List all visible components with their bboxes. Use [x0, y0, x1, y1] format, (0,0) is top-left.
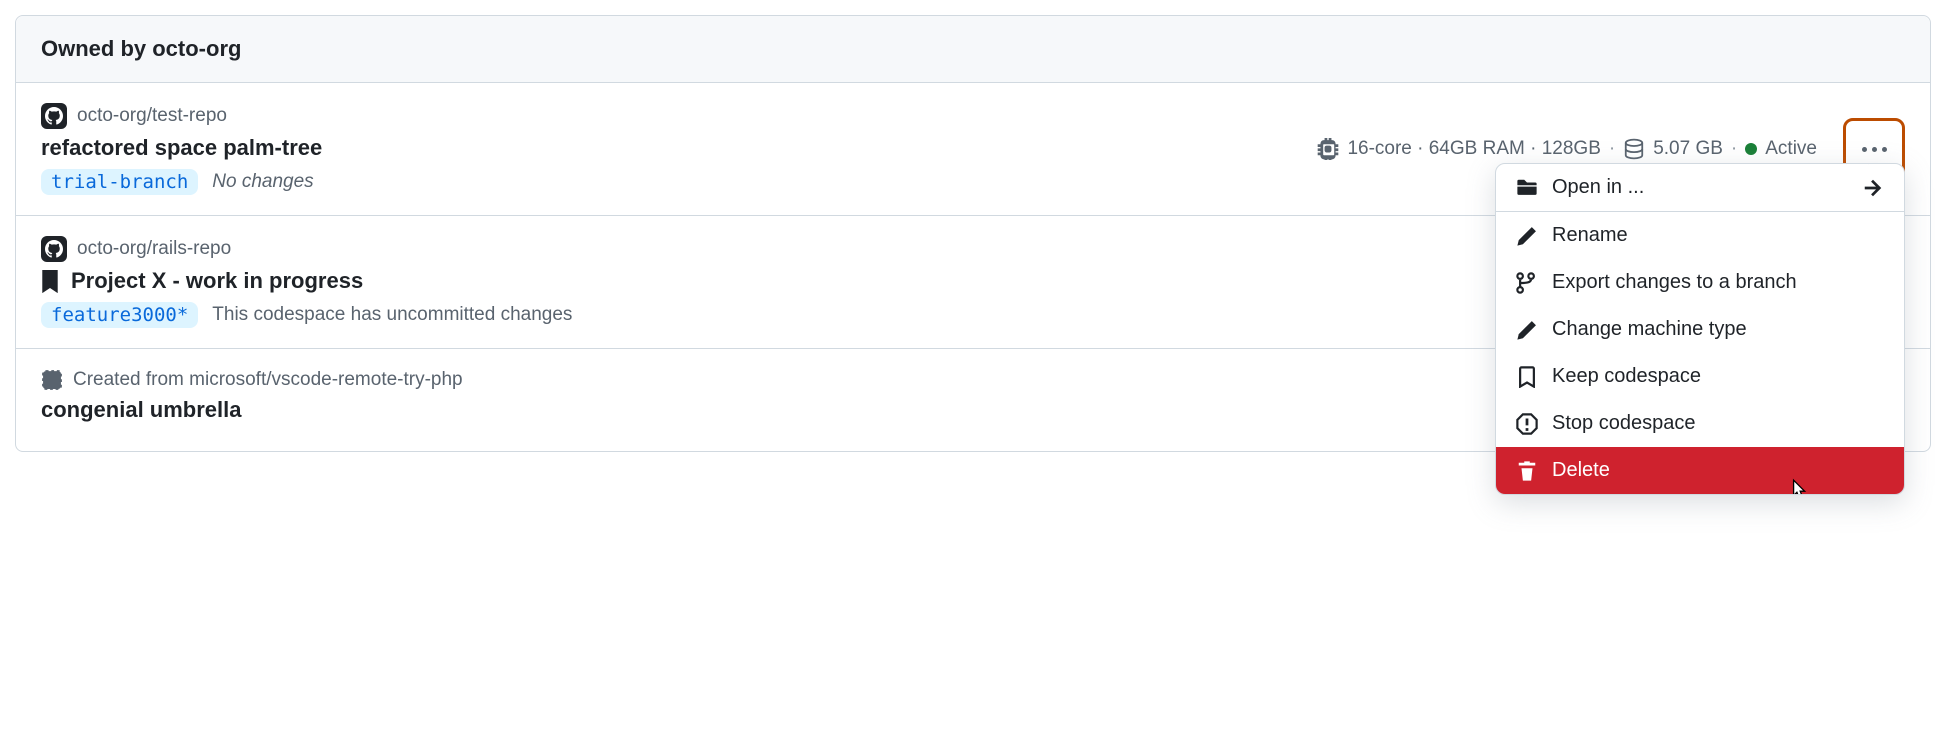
- panel-header: Owned by octo-org: [16, 16, 1930, 83]
- menu-keep[interactable]: Keep codespace: [1496, 353, 1904, 400]
- codespace-info: Created from microsoft/vscode-remote-try…: [41, 369, 1639, 431]
- status-dot-icon: [1745, 143, 1757, 155]
- spec-text: 16-core · 64GB RAM · 128GB: [1347, 138, 1600, 160]
- menu-delete[interactable]: Delete: [1496, 447, 1904, 494]
- storage-text: 5.07 GB: [1653, 138, 1723, 160]
- menu-rename[interactable]: Rename: [1496, 212, 1904, 259]
- codespace-name[interactable]: Project X - work in progress: [71, 268, 363, 294]
- bookmark-icon: [1516, 366, 1538, 388]
- menu-change-machine[interactable]: Change machine type: [1496, 306, 1904, 353]
- branch-pill[interactable]: trial-branch: [41, 169, 198, 195]
- pencil-icon: [1516, 319, 1538, 341]
- cursor-pointer-icon: [1787, 478, 1809, 495]
- menu-open-in[interactable]: Open in ...: [1496, 164, 1904, 212]
- bookmark-icon: [41, 270, 59, 292]
- status-text: Active: [1765, 138, 1817, 160]
- git-branch-icon: [1516, 272, 1538, 294]
- pencil-icon: [1516, 225, 1538, 247]
- separator-dot: ·: [1731, 138, 1737, 160]
- github-icon: [41, 236, 67, 262]
- codespace-name[interactable]: congenial umbrella: [41, 397, 242, 423]
- menu-label: Rename: [1552, 224, 1628, 247]
- folder-open-icon: [1516, 177, 1538, 199]
- menu-label: Keep codespace: [1552, 365, 1701, 388]
- database-icon: [1623, 138, 1645, 160]
- codespaces-panel: Owned by octo-org octo-org/test-repo ref…: [15, 15, 1931, 452]
- separator-dot: ·: [1609, 138, 1615, 160]
- menu-label: Export changes to a branch: [1552, 271, 1797, 294]
- stop-icon: [1516, 413, 1538, 435]
- menu-label: Change machine type: [1552, 318, 1747, 341]
- menu-label: Delete: [1552, 459, 1610, 482]
- template-icon: [41, 369, 63, 391]
- cpu-icon: [1317, 138, 1339, 160]
- codespace-actions-menu: Open in ... Rename Export changes to a b…: [1495, 163, 1905, 495]
- codespace-row: octo-org/test-repo refactored space palm…: [16, 83, 1930, 216]
- trash-icon: [1516, 460, 1538, 482]
- menu-label: Open in ...: [1552, 176, 1644, 199]
- github-icon: [41, 103, 67, 129]
- repo-name[interactable]: octo-org/test-repo: [77, 105, 227, 127]
- codespace-name[interactable]: refactored space palm-tree: [41, 135, 322, 161]
- codespace-info: octo-org/test-repo refactored space palm…: [41, 103, 1317, 195]
- created-from-text: Created from microsoft/vscode-remote-try…: [73, 369, 463, 391]
- repo-name[interactable]: octo-org/rails-repo: [77, 238, 231, 260]
- codespace-info: octo-org/rails-repo Project X - work in …: [41, 236, 1628, 328]
- changes-text: No changes: [212, 171, 313, 193]
- changes-text: This codespace has uncommitted changes: [212, 304, 572, 326]
- menu-stop[interactable]: Stop codespace: [1496, 400, 1904, 447]
- branch-pill[interactable]: feature3000*: [41, 302, 198, 328]
- menu-export[interactable]: Export changes to a branch: [1496, 259, 1904, 306]
- menu-label: Stop codespace: [1552, 412, 1695, 435]
- arrow-right-icon: [1862, 177, 1884, 199]
- panel-title: Owned by octo-org: [41, 36, 1905, 62]
